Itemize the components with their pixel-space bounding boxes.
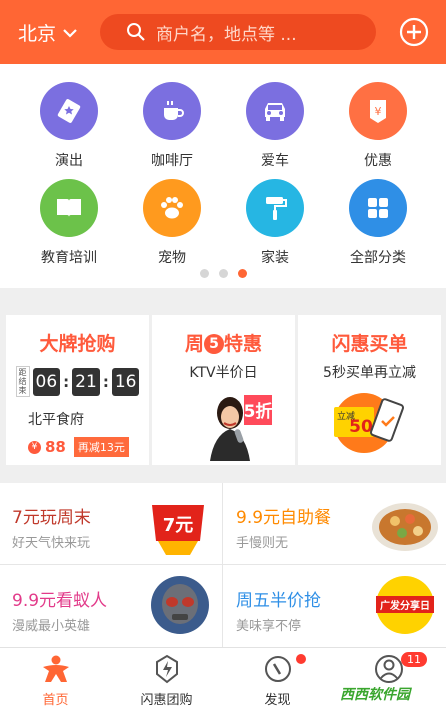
deal-title: 9.9元看蚁人 [12,591,108,611]
page-dot[interactable] [218,269,228,278]
price-value: 88 [45,438,66,456]
add-icon[interactable] [399,17,429,47]
price-row: ¥ 88 再减13元 [28,437,149,457]
divider [222,483,223,647]
flash-pay-title: 闪惠买单 [331,333,408,355]
friday-special-title: 周 5 特惠 [184,333,263,355]
book-icon [40,179,98,237]
phone-pay-illustration: 立减 50 [334,393,404,453]
nav-discover[interactable]: 发现 [222,648,333,709]
yen-icon: ¥ [28,440,41,454]
category-label: 教育培训 [41,250,97,266]
city-label: 北京 [18,23,57,45]
svg-text:¥: ¥ [375,105,382,118]
shop-name: 北平食府 [28,412,84,428]
watermark-logo: 西西软件园 [340,687,410,703]
nav-home[interactable]: 首页 [0,648,111,709]
grid-icon [349,179,407,237]
category-car[interactable]: 爱车 [225,82,325,170]
page-dot-active[interactable] [237,269,247,278]
page-dot[interactable] [199,269,209,278]
category-label: 全部分类 [350,250,406,266]
deal-card[interactable]: 9.9元看蚁人 漫威最小英雄 [0,566,222,647]
deal-card[interactable]: 7元玩周末 好天气快来玩 7元 [0,483,222,564]
deal-title: 周五半价抢 [236,591,321,611]
chevron-down-icon [63,28,77,38]
category-label: 演出 [55,153,83,169]
nav-label: 首页 [42,693,69,708]
category-label: 宠物 [158,250,186,266]
svg-text:广发分享日: 广发分享日 [380,599,430,612]
antman-image [151,576,209,634]
singer-illustration: 5折 [210,395,273,461]
buffet-plate-image [372,503,438,551]
category-pets[interactable]: 宠物 [122,179,222,267]
coffee-icon [143,82,201,140]
deal-title: 9.9元自助餐 [236,508,332,528]
category-home-decor[interactable]: 家装 [225,179,325,267]
top-bar: 北京 商户名，地点等 ... [0,0,446,64]
home-icon [43,655,69,682]
five-badge: 5 [204,334,224,354]
nav-label: 闪惠团购 [140,693,193,708]
friday-special-subtitle: KTV半价日 [189,365,258,381]
svg-text:7元: 7元 [163,515,194,536]
category-cafe[interactable]: 咖啡厅 [122,82,222,170]
discover-icon [265,656,291,682]
page-indicator [0,269,446,278]
category-label: 咖啡厅 [151,153,193,169]
category-deals[interactable]: ¥ 优惠 [328,82,428,170]
promo-row: 大牌抢购 距结束 06 : 21 : 16 北平食府 ¥ 88 再减13元 周5… [0,307,446,465]
category-shows[interactable]: 演出 [19,82,119,170]
friday-special-card[interactable]: 周 5 特惠 KTV半价日 5折 [152,315,295,465]
notification-dot [296,654,306,664]
countdown-hours: 06 [32,367,61,396]
flash-pay-subtitle: 5秒买单再立减 [323,365,416,381]
deal-subtitle: 手慢则无 [236,536,289,551]
coupon-icon: ¥ [349,82,407,140]
search-input[interactable]: 商户名，地点等 ... [100,14,376,50]
category-all[interactable]: 全部分类 [328,179,428,267]
countdown-minutes: 21 [72,367,100,396]
search-icon [127,23,145,41]
countdown-label: 距结束 [15,366,30,397]
divider [0,564,446,565]
notification-badge: 11 [401,652,427,667]
deal-subtitle: 漫威最小英雄 [12,619,91,634]
deal-subtitle: 美味享不停 [236,619,302,634]
deals-grid: 7元玩周末 好天气快来玩 7元 9.9元自助餐 手慢则无 9.9元看蚁人 漫威最… [0,483,446,647]
category-education[interactable]: 教育培训 [19,179,119,267]
nav-flash-groupbuy[interactable]: 闪惠团购 [111,648,222,709]
category-grid: 演出 咖啡厅 爱车 ¥ 优惠 教育培训 宠物 家装 全部分类 [0,64,446,288]
car-icon [246,82,304,140]
share-day-badge: 广发分享日 [376,576,434,634]
svg-text:5折: 5折 [244,401,273,422]
category-label: 优惠 [364,153,392,169]
paw-icon [143,179,201,237]
discount-badge: 再减13元 [73,437,129,457]
deal-card[interactable]: 周五半价抢 美味享不停 广发分享日 [224,566,446,647]
flash-pay-card[interactable]: 闪惠买单 5秒买单再立减 立减 50 [298,315,441,465]
paint-roller-icon [246,179,304,237]
countdown-seconds: 16 [111,367,140,396]
search-placeholder: 商户名，地点等 ... [156,24,297,45]
lightning-tag-icon [156,654,178,684]
deal-title: 7元玩周末 [12,508,91,528]
category-label: 家装 [261,250,289,266]
city-selector[interactable]: 北京 [18,19,78,46]
flash-sale-card[interactable]: 大牌抢购 距结束 06 : 21 : 16 北平食府 ¥ 88 再减13元 [6,315,149,465]
seven-yuan-badge: 7元 [152,505,204,555]
countdown-timer: 距结束 06 : 21 : 16 [6,366,149,397]
deal-subtitle: 好天气快来玩 [12,536,91,551]
ticket-icon [40,82,98,140]
category-label: 爱车 [261,153,289,169]
nav-label: 发现 [264,693,291,708]
deal-card[interactable]: 9.9元自助餐 手慢则无 [224,483,446,564]
svg-text:50: 50 [349,417,373,437]
flash-sale-title: 大牌抢购 [39,333,116,355]
